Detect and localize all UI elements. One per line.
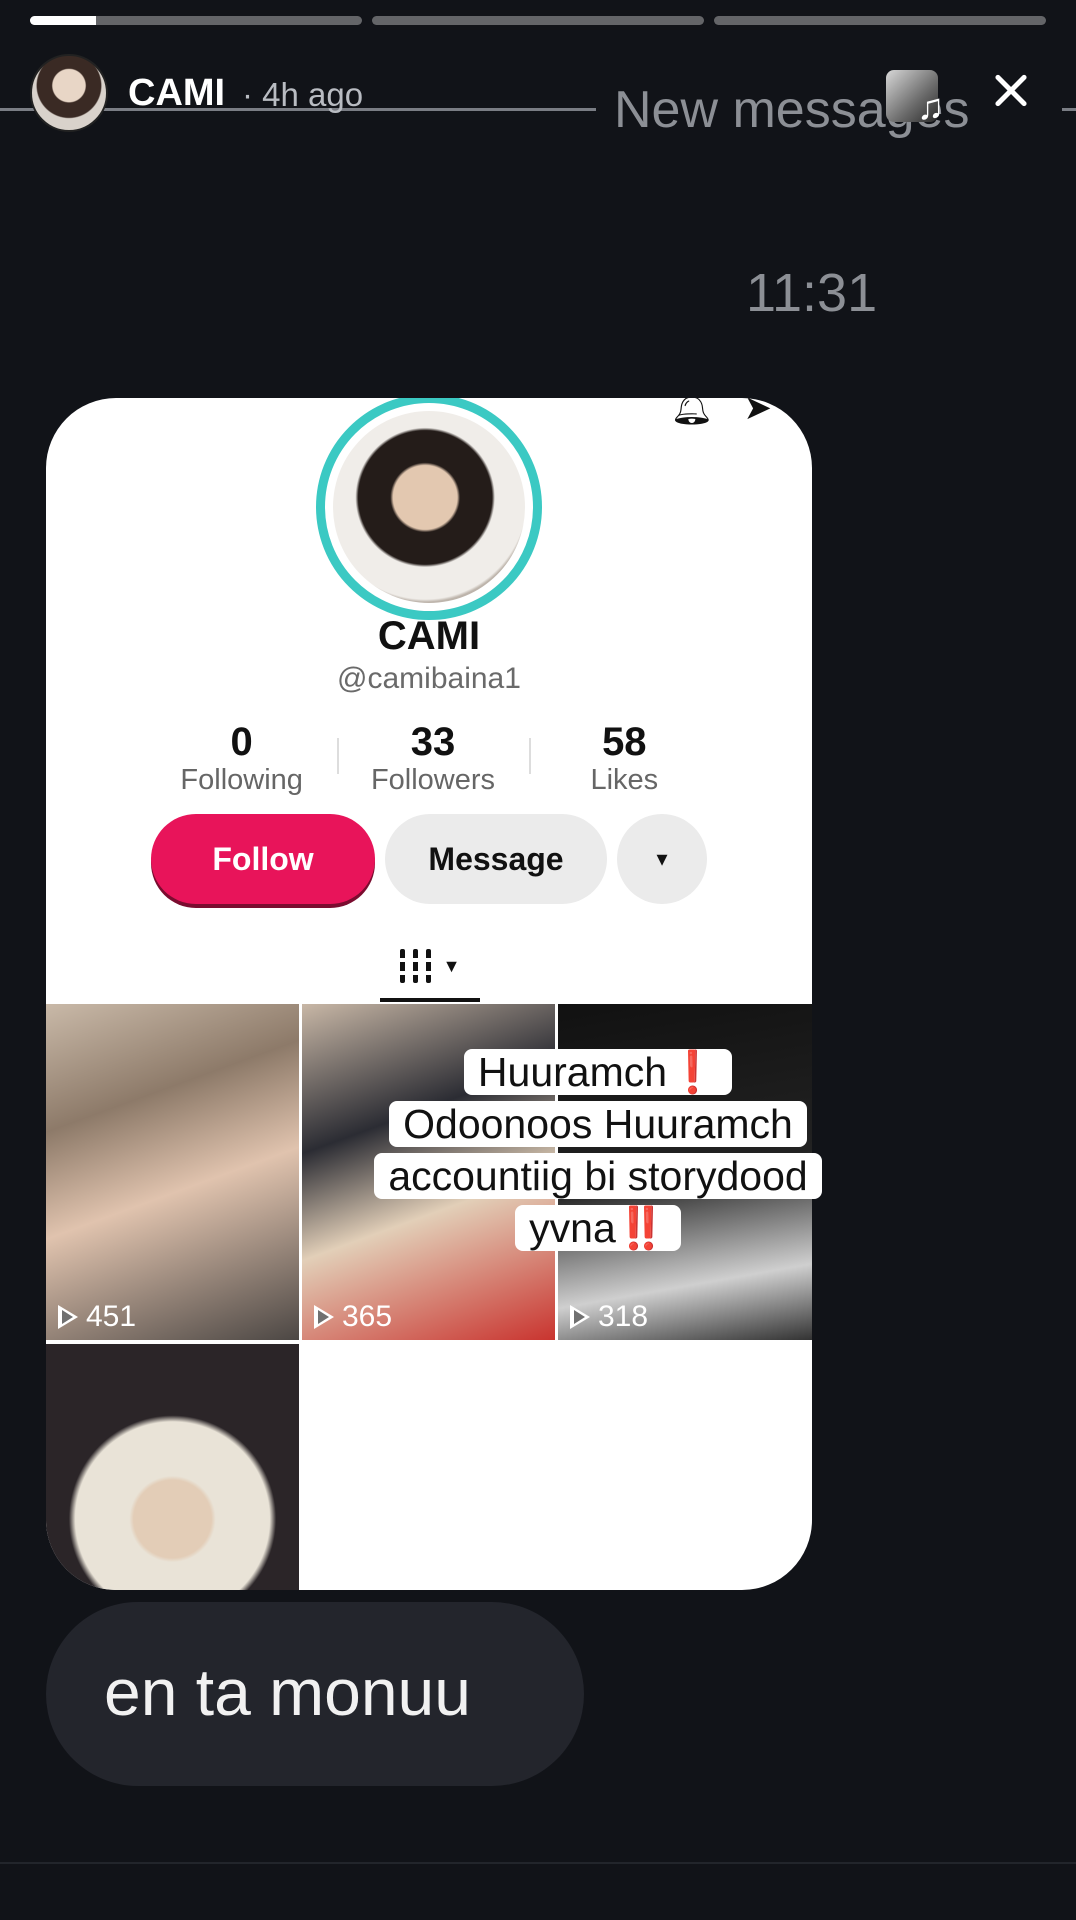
- play-icon: [570, 1305, 590, 1329]
- story-username[interactable]: CAMI: [128, 72, 225, 115]
- music-icon[interactable]: ♫: [886, 70, 944, 127]
- tab-videos[interactable]: ▼: [380, 930, 480, 1002]
- bottom-divider: [0, 1862, 1076, 1864]
- stat-followers: 33 Followers: [337, 720, 528, 797]
- more-options-button[interactable]: ▾: [617, 814, 707, 904]
- message-text: en ta monuu: [104, 1655, 471, 1729]
- progress-segment: [372, 16, 704, 25]
- divider-line: [1062, 108, 1076, 111]
- card-top-icons: 🔔︎ ➤: [670, 398, 772, 428]
- shared-profile-card[interactable]: 🔔︎ ➤ CAMI @camibaina1 0 Following 33 Fol…: [46, 398, 812, 1590]
- story-header: CAMI · 4h ago New messages ♫: [0, 54, 1076, 139]
- profile-handle: @camibaina1: [337, 662, 521, 695]
- video-thumbnail[interactable]: [46, 1344, 299, 1590]
- message-button[interactable]: Message: [385, 814, 607, 904]
- stat-value: 58: [602, 720, 647, 764]
- story-caption: Huuramch❗ Odoonoos Huuramch accountiig b…: [348, 1046, 848, 1254]
- bell-icon: 🔔︎: [670, 398, 714, 427]
- progress-segment: [30, 16, 362, 25]
- story-time: · 4h ago: [242, 76, 364, 113]
- video-thumbnail[interactable]: 451: [46, 1004, 299, 1340]
- stat-value: 33: [410, 720, 456, 764]
- stat-label: Followers: [370, 764, 496, 796]
- play-icon: [314, 1305, 334, 1329]
- message-bubble: en ta monuu: [46, 1602, 584, 1786]
- chevron-down-icon: ▼: [442, 955, 461, 976]
- avatar[interactable]: [30, 54, 108, 132]
- view-count: 365: [314, 1300, 392, 1334]
- profile-name: CAMI: [377, 614, 481, 658]
- stat-following: 0 Following: [146, 720, 337, 797]
- profile-actions: Follow Message ▾: [151, 814, 707, 904]
- view-count: 451: [58, 1300, 136, 1334]
- share-icon: ➤: [743, 398, 773, 427]
- progress-segment: [714, 16, 1046, 25]
- close-icon[interactable]: [986, 66, 1036, 116]
- view-count: 318: [570, 1300, 648, 1334]
- profile-avatar: [316, 398, 542, 620]
- profile-stats: 0 Following 33 Followers 58 Likes: [146, 720, 720, 797]
- stat-label: Following: [180, 764, 303, 796]
- stat-label: Likes: [590, 764, 659, 796]
- stat-value: 0: [230, 720, 253, 764]
- music-note-icon: ♫: [917, 86, 944, 127]
- message-timestamp: 11:31: [746, 263, 878, 323]
- grid-icon: [399, 949, 431, 983]
- tab-underline: [380, 998, 480, 1002]
- play-icon: [58, 1305, 78, 1329]
- story-progress: [30, 16, 1046, 25]
- follow-button[interactable]: Follow: [151, 814, 375, 904]
- stat-likes: 58 Likes: [528, 720, 720, 797]
